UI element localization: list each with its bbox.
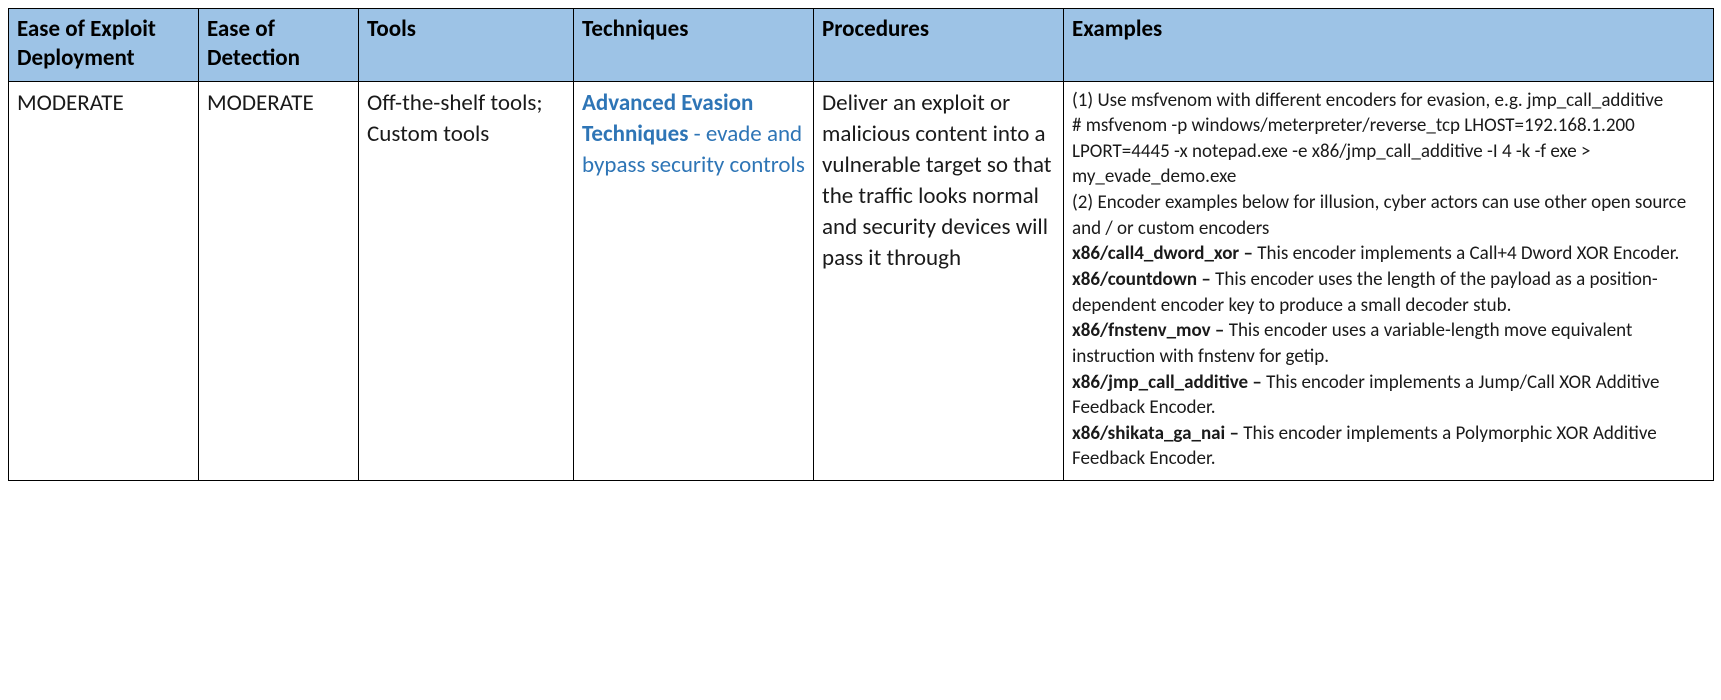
encoder-item: x86/shikata_ga_nai – This encoder implem… <box>1072 421 1705 472</box>
th-ease-deploy: Ease of Exploit Deployment <box>9 9 199 82</box>
example-line-3: (2) Encoder examples below for illusion,… <box>1072 190 1705 241</box>
table-header-row: Ease of Exploit Deployment Ease of Detec… <box>9 9 1714 82</box>
encoder-item: x86/jmp_call_additive – This encoder imp… <box>1072 370 1705 421</box>
encoder-name: x86/shikata_ga_nai – <box>1072 422 1243 445</box>
cell-ease-detect: MODERATE <box>199 81 359 481</box>
table-header: Ease of Exploit Deployment Ease of Detec… <box>9 9 1714 82</box>
encoder-name: x86/call4_dword_xor – <box>1072 242 1257 265</box>
exploit-techniques-table: Ease of Exploit Deployment Ease of Detec… <box>8 8 1714 481</box>
cell-procedures: Deliver an exploit or malicious content … <box>814 81 1064 481</box>
th-procedures: Procedures <box>814 9 1064 82</box>
encoder-desc: This encoder implements a Call+4 Dword X… <box>1257 242 1679 265</box>
cell-tools: Off-the-shelf tools; Custom tools <box>359 81 574 481</box>
th-examples: Examples <box>1064 9 1714 82</box>
cell-examples: (1) Use msfvenom with different encoders… <box>1064 81 1714 481</box>
th-techniques: Techniques <box>574 9 814 82</box>
cell-techniques: Advanced Evasion Techniques - evade and … <box>574 81 814 481</box>
table-row: MODERATE MODERATE Off-the-shelf tools; C… <box>9 81 1714 481</box>
encoder-item: x86/fnstenv_mov – This encoder uses a va… <box>1072 318 1705 369</box>
encoder-item: x86/countdown – This encoder uses the le… <box>1072 267 1705 318</box>
encoder-name: x86/fnstenv_mov – <box>1072 319 1229 342</box>
th-tools: Tools <box>359 9 574 82</box>
encoder-item: x86/call4_dword_xor – This encoder imple… <box>1072 241 1705 267</box>
th-ease-detect: Ease of Detection <box>199 9 359 82</box>
example-line-1: (1) Use msfvenom with different encoders… <box>1072 88 1705 114</box>
example-line-2: # msfvenom -p windows/meterpreter/revers… <box>1072 113 1705 190</box>
cell-ease-deploy: MODERATE <box>9 81 199 481</box>
encoder-name: x86/countdown – <box>1072 268 1215 291</box>
encoder-name: x86/jmp_call_additive – <box>1072 371 1266 394</box>
